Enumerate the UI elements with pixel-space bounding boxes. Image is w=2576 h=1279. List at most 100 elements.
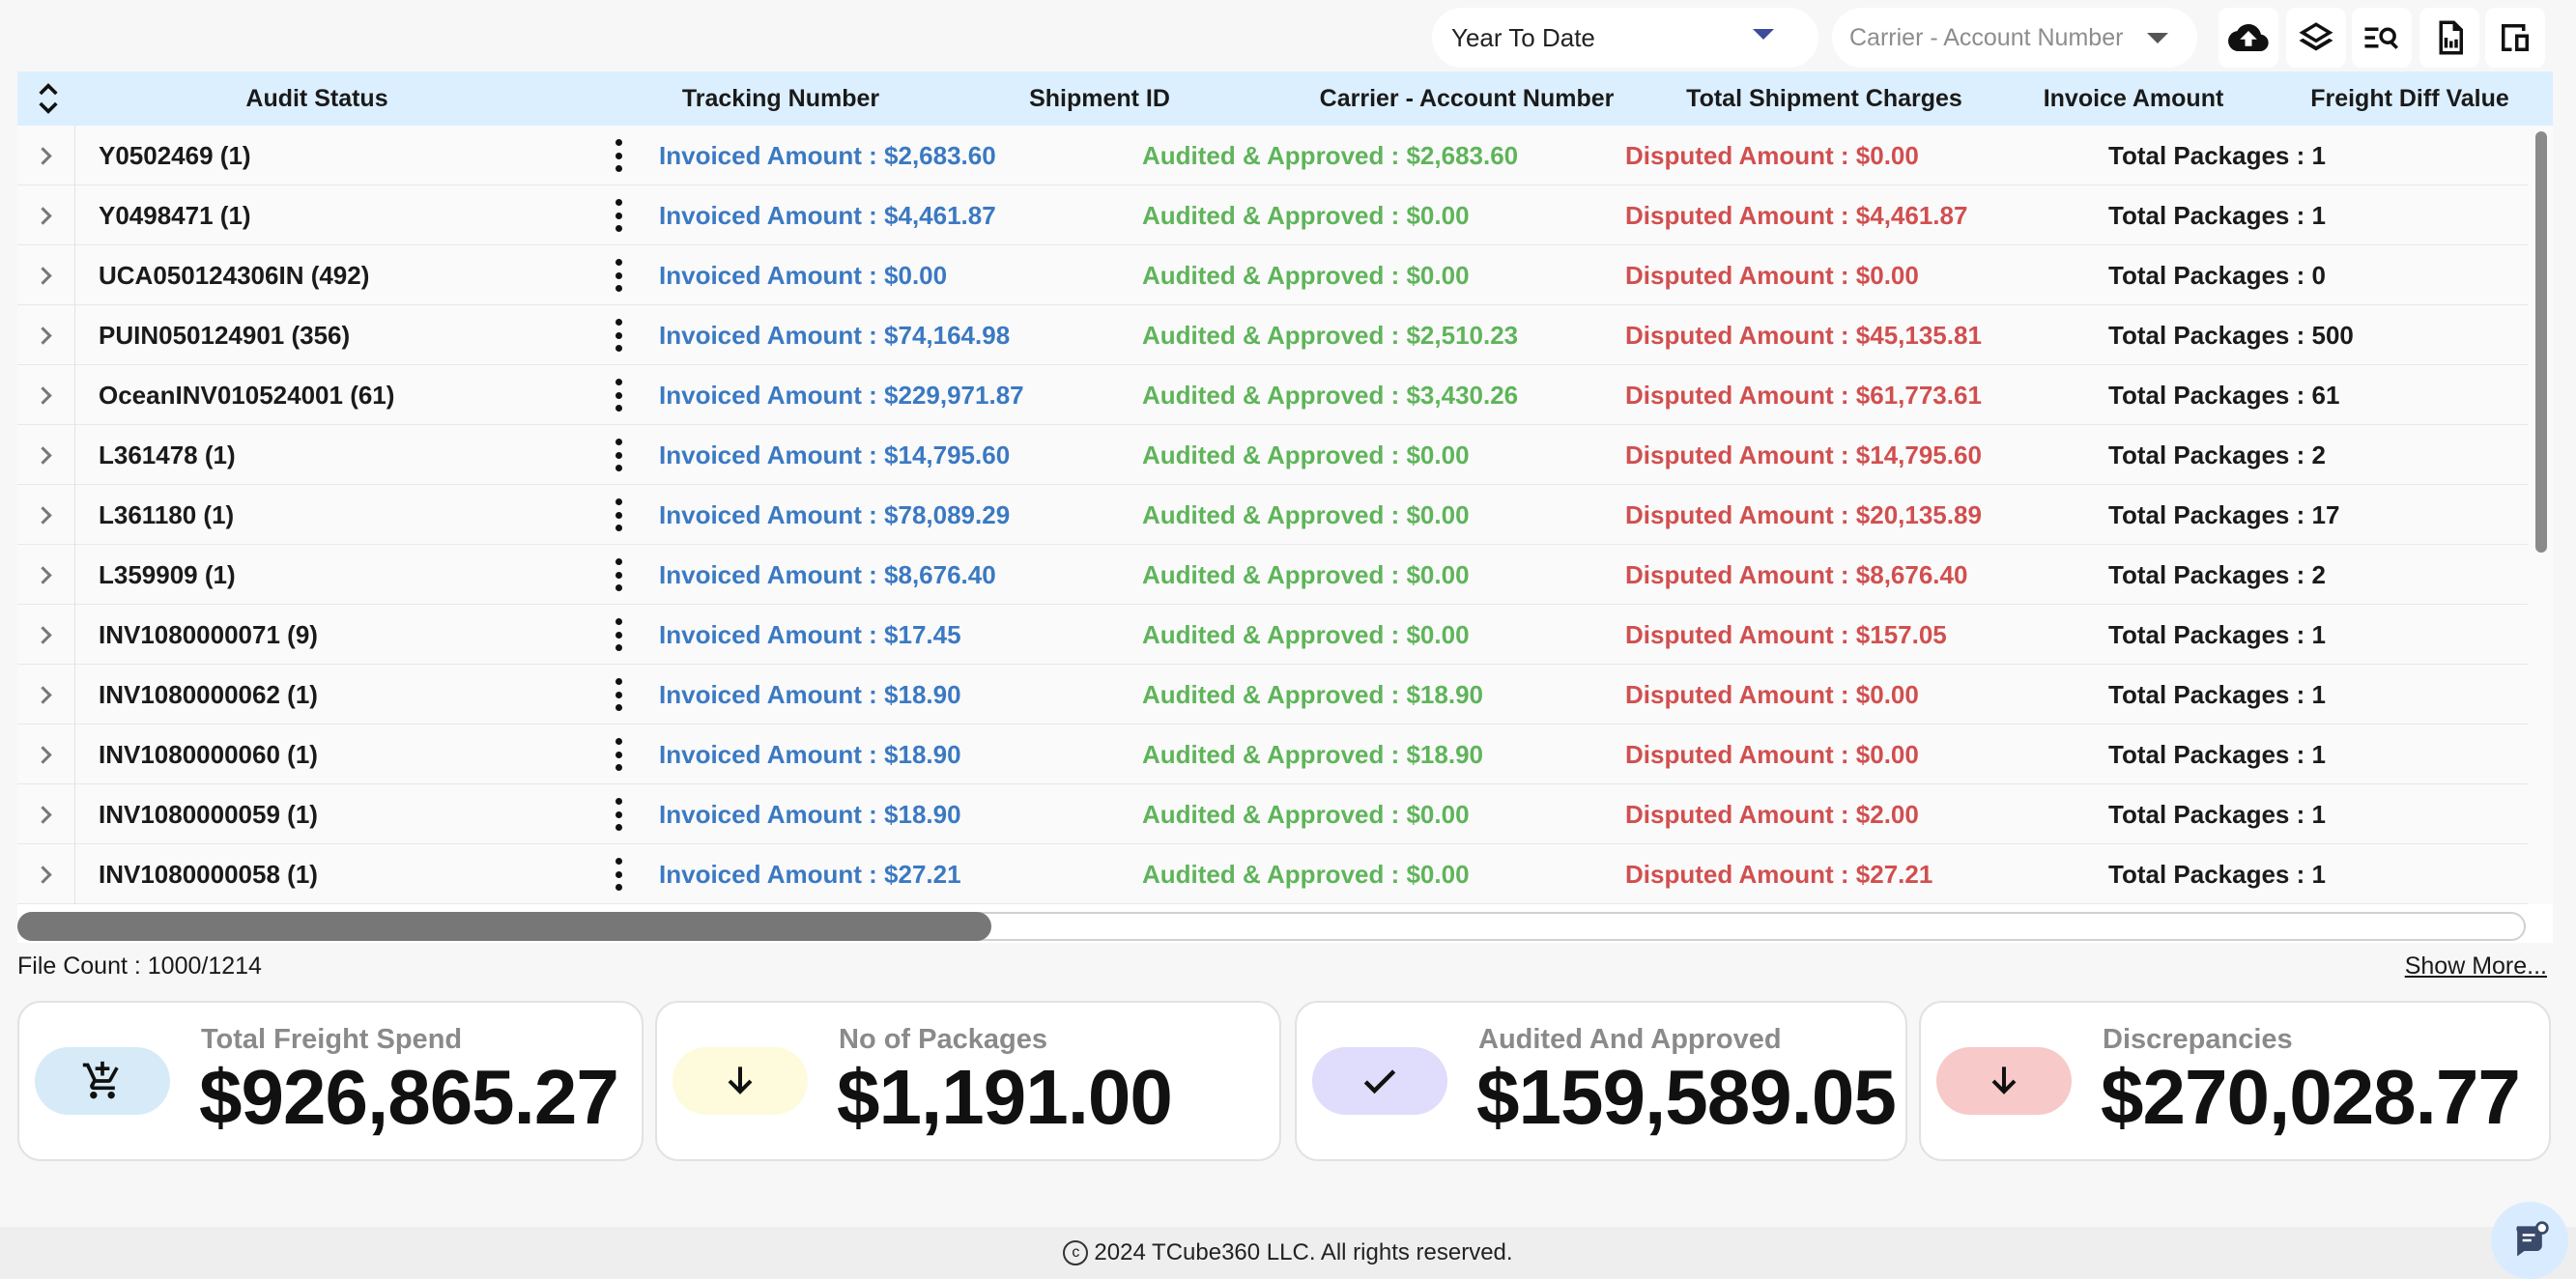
chevron-right-icon [34,266,52,285]
kpi-value: $159,589.05 [1476,1054,1897,1140]
disputed-amount: Disputed Amount : $14,795.60 [1625,441,1982,469]
period-select[interactable]: Year To Date [1432,8,1818,68]
device-button[interactable] [2485,8,2545,68]
more-options-icon[interactable] [609,139,628,172]
expand-row-button[interactable] [17,665,75,725]
expand-row-button[interactable] [17,245,75,305]
more-options-icon[interactable] [609,379,628,412]
more-options-icon[interactable] [609,678,628,711]
expand-row-button[interactable] [17,545,75,605]
search-list-button[interactable] [2352,8,2412,68]
more-options-icon[interactable] [609,259,628,292]
chevron-right-icon [34,146,52,165]
table-row[interactable]: INV1080000058 (1) Invoiced Amount : $27.… [17,844,2530,904]
horizontal-scroll-thumb[interactable] [17,912,991,941]
arrow-down-icon [1991,1066,2017,1094]
more-options-icon[interactable] [609,498,628,531]
more-options-icon[interactable] [609,199,628,232]
expand-collapse-icon[interactable] [29,79,68,118]
chevron-right-icon [34,625,52,644]
grid-rows: Y0502469 (1) Invoiced Amount : $2,683.60… [17,126,2530,904]
table-row[interactable]: UCA050124306IN (492) Invoiced Amount : $… [17,245,2530,305]
table-row[interactable]: INV1080000060 (1) Invoiced Amount : $18.… [17,725,2530,784]
total-packages: Total Packages : 0 [2108,261,2326,290]
audited-approved-amount: Audited & Approved : $0.00 [1142,800,1470,829]
more-options-icon[interactable] [609,319,628,352]
more-options-icon[interactable] [609,618,628,651]
col-header-freight-diff-value[interactable]: Freight Diff Value [2265,71,2555,126]
audited-approved-amount: Audited & Approved : $2,510.23 [1142,321,1519,350]
total-packages: Total Packages : 1 [2108,680,2326,709]
invoice-group-name: UCA050124306IN (492) [99,261,370,290]
more-options-icon[interactable] [609,439,628,471]
table-row[interactable]: OceanINV010524001 (61) Invoiced Amount :… [17,365,2530,425]
kpi-value: $1,191.00 [837,1054,1173,1140]
vertical-scroll-thumb[interactable] [2535,131,2547,553]
export-doc-button[interactable] [2419,8,2479,68]
invoice-group-name: INV1080000060 (1) [99,740,318,769]
chevron-right-icon [34,206,52,225]
table-row[interactable]: L361180 (1) Invoiced Amount : $78,089.29… [17,485,2530,545]
col-header-invoice-amount[interactable]: Invoice Amount [1989,71,2278,126]
expand-row-button[interactable] [17,784,75,844]
table-row[interactable]: INV1080000059 (1) Invoiced Amount : $18.… [17,784,2530,844]
table-row[interactable]: INV1080000062 (1) Invoiced Amount : $18.… [17,665,2530,725]
col-header-carrier-account[interactable]: Carrier - Account Number [1312,71,1621,126]
expand-row-button[interactable] [17,605,75,665]
expand-row-button[interactable] [17,485,75,545]
page-footer: c 2024 TCube360 LLC. All rights reserved… [0,1227,2576,1279]
more-options-icon[interactable] [609,798,628,831]
kpi-title: Audited And Approved [1478,1024,1782,1055]
more-options-icon[interactable] [609,738,628,771]
kpi-title: Total Freight Spend [201,1024,463,1055]
col-header-audit-status[interactable]: Audit Status [172,71,462,126]
total-packages: Total Packages : 1 [2108,620,2326,649]
invoiced-amount: Invoiced Amount : $4,461.87 [659,201,996,230]
table-row[interactable]: L361478 (1) Invoiced Amount : $14,795.60… [17,425,2530,485]
export-doc-icon [2439,20,2463,55]
expand-row-button[interactable] [17,725,75,784]
chevron-down-icon [2147,33,2168,43]
total-packages: Total Packages : 1 [2108,141,2326,170]
expand-row-button[interactable] [17,305,75,365]
table-row[interactable]: INV1080000071 (9) Invoiced Amount : $17.… [17,605,2530,665]
kpi-card-audited-approved: Audited And Approved $159,589.05 [1295,1001,1907,1161]
expand-row-button[interactable] [17,844,75,904]
upload-button[interactable] [2218,8,2278,68]
disputed-amount: Disputed Amount : $45,135.81 [1625,321,1982,350]
expand-row-button[interactable] [17,126,75,185]
more-options-icon[interactable] [609,858,628,891]
col-header-tracking-number[interactable]: Tracking Number [636,71,926,126]
kpi-value: $270,028.77 [2101,1054,2521,1140]
table-row[interactable]: L359909 (1) Invoiced Amount : $8,676.40 … [17,545,2530,605]
disputed-amount: Disputed Amount : $61,773.61 [1625,381,1982,410]
expand-row-button[interactable] [17,185,75,245]
audited-approved-amount: Audited & Approved : $0.00 [1142,201,1470,230]
chevron-right-icon [34,565,52,584]
col-header-shipment-id[interactable]: Shipment ID [955,71,1245,126]
total-packages: Total Packages : 1 [2108,740,2326,769]
disputed-amount: Disputed Amount : $27.21 [1625,860,1933,889]
kpi-title: No of Packages [839,1024,1047,1055]
vertical-scrollbar[interactable] [2528,126,2553,904]
total-packages: Total Packages : 17 [2108,500,2340,529]
audited-approved-amount: Audited & Approved : $18.90 [1142,680,1483,709]
chat-button[interactable] [2491,1202,2568,1279]
carrier-account-placeholder: Carrier - Account Number [1849,23,2124,51]
show-more-link[interactable]: Show More... [2405,952,2547,981]
horizontal-scrollbar[interactable] [17,912,2526,941]
col-header-total-shipment-charges[interactable]: Total Shipment Charges [1650,71,1998,126]
layers-button[interactable] [2286,8,2346,68]
table-row[interactable]: PUIN050124901 (356) Invoiced Amount : $7… [17,305,2530,365]
total-packages: Total Packages : 2 [2108,441,2326,469]
invoiced-amount: Invoiced Amount : $229,971.87 [659,381,1024,410]
expand-row-button[interactable] [17,425,75,485]
invoice-group-name: OceanINV010524001 (61) [99,381,395,410]
expand-row-button[interactable] [17,365,75,425]
table-row[interactable]: Y0498471 (1) Invoiced Amount : $4,461.87… [17,185,2530,245]
carrier-account-select[interactable]: Carrier - Account Number [1832,8,2197,68]
audited-approved-amount: Audited & Approved : $0.00 [1142,560,1470,589]
table-row[interactable]: Y0502469 (1) Invoiced Amount : $2,683.60… [17,126,2530,185]
more-options-icon[interactable] [609,558,628,591]
chevron-right-icon [34,865,52,884]
